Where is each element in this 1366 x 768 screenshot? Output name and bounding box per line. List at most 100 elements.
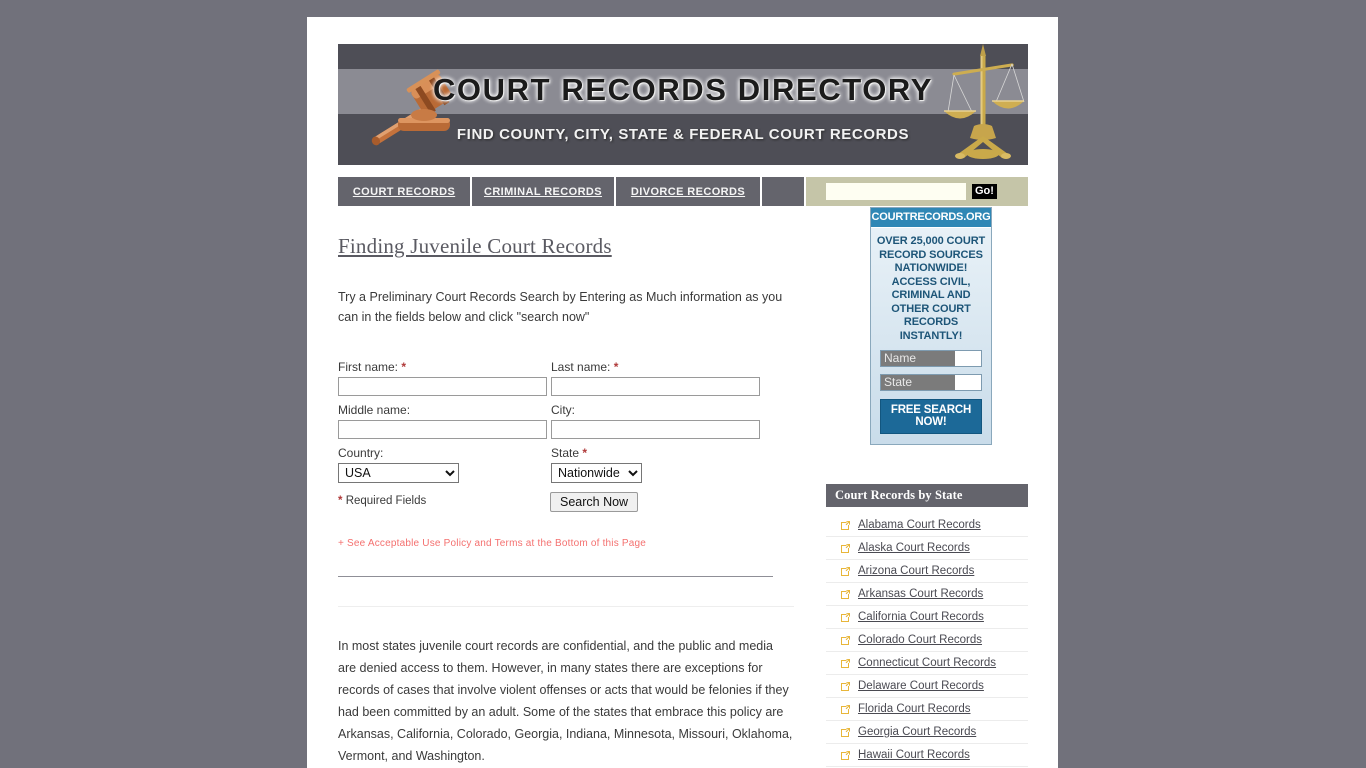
middle-name-label: Middle name: bbox=[338, 403, 411, 417]
state-select[interactable]: Nationwide bbox=[551, 463, 642, 483]
court-records-by-state-module: Court Records by State Alabama Court Rec… bbox=[826, 484, 1028, 768]
state-list-item[interactable]: Arizona Court Records bbox=[826, 560, 1028, 583]
intro-text: Try a Preliminary Court Records Search b… bbox=[338, 290, 783, 324]
external-link-icon bbox=[841, 750, 850, 760]
state-list-item[interactable]: Colorado Court Records bbox=[826, 629, 1028, 652]
submit-wrap: Search Now bbox=[550, 492, 639, 512]
external-link-icon bbox=[841, 566, 850, 576]
first-name-input[interactable] bbox=[338, 377, 547, 396]
state-link[interactable]: Arizona Court Records bbox=[858, 565, 974, 577]
external-link-icon bbox=[841, 612, 850, 622]
field-group-first-name: First name: * bbox=[338, 359, 550, 396]
field-group-last-name: Last name: * bbox=[551, 359, 763, 396]
ad-brand-label: COURTRECORDS.ORG bbox=[871, 208, 991, 228]
state-list-item[interactable]: Delaware Court Records bbox=[826, 675, 1028, 698]
ad-name-field[interactable]: Name bbox=[880, 350, 982, 367]
state-links-list: Alabama Court Records Alaska Court Recor… bbox=[826, 514, 1028, 768]
states-module-header: Court Records by State bbox=[826, 484, 1028, 507]
courtrecords-ad-banner[interactable]: COURTRECORDS.ORG OVER 25,000 COURT RECOR… bbox=[870, 207, 992, 445]
scales-of-justice-icon bbox=[944, 44, 1025, 159]
nav-link-court-records[interactable]: COURT RECORDS bbox=[353, 186, 455, 198]
right-sidebar: COURTRECORDS.ORG OVER 25,000 COURT RECOR… bbox=[826, 207, 1028, 768]
first-name-required-mark: * bbox=[401, 360, 407, 374]
state-list-item[interactable]: California Court Records bbox=[826, 606, 1028, 629]
ad-state-field[interactable]: State bbox=[880, 374, 982, 391]
state-list-item[interactable]: Arkansas Court Records bbox=[826, 583, 1028, 606]
page-root: COURT RECORDS DIRECTORY FIND COUNTY, CIT… bbox=[0, 0, 1366, 768]
search-input[interactable] bbox=[826, 183, 966, 200]
country-label: Country: bbox=[338, 446, 384, 460]
required-note-text: Required Fields bbox=[345, 495, 427, 507]
state-list-item[interactable]: Georgia Court Records bbox=[826, 721, 1028, 744]
field-group-country: Country: USA bbox=[338, 445, 550, 483]
nav-link-divorce-records[interactable]: DIVORCE RECORDS bbox=[631, 186, 745, 198]
state-link[interactable]: Georgia Court Records bbox=[858, 726, 976, 738]
external-link-icon bbox=[841, 635, 850, 645]
external-link-icon bbox=[841, 658, 850, 668]
external-link-icon bbox=[841, 589, 850, 599]
state-label-text: State bbox=[551, 446, 580, 460]
nav-item-divorce-records[interactable]: DIVORCE RECORDS bbox=[616, 177, 762, 206]
search-now-button[interactable]: Search Now bbox=[550, 492, 639, 512]
last-name-label-text: Last name: bbox=[551, 360, 611, 374]
state-link[interactable]: Delaware Court Records bbox=[858, 680, 984, 692]
form-row-country-state: Country: USA State * Nationwide bbox=[338, 445, 808, 483]
middle-name-input[interactable] bbox=[338, 420, 547, 439]
external-link-icon bbox=[841, 520, 850, 530]
acceptable-use-policy-link[interactable]: + See Acceptable Use Policy and Terms at… bbox=[338, 538, 808, 549]
first-name-label-text: First name: bbox=[338, 360, 399, 374]
state-link[interactable]: Hawaii Court Records bbox=[858, 749, 970, 761]
city-label: City: bbox=[551, 403, 575, 417]
state-link[interactable]: California Court Records bbox=[858, 611, 984, 623]
form-row-submit: * Required Fields Search Now bbox=[338, 492, 808, 512]
nav-item-criminal-records[interactable]: CRIMINAL RECORDS bbox=[472, 177, 616, 206]
site-title: COURT RECORDS DIRECTORY bbox=[432, 72, 934, 107]
last-name-required-mark: * bbox=[613, 360, 619, 374]
field-group-state: State * Nationwide bbox=[551, 445, 763, 483]
ad-copy-text: OVER 25,000 COURT RECORD SOURCES NATIONW… bbox=[876, 235, 986, 342]
state-link[interactable]: Florida Court Records bbox=[858, 703, 970, 715]
external-link-icon bbox=[841, 727, 850, 737]
body-paragraph-1: In most states juvenile court records ar… bbox=[338, 639, 793, 763]
form-row-middle-city: Middle name: City: bbox=[338, 402, 808, 439]
state-link[interactable]: Connecticut Court Records bbox=[858, 657, 996, 669]
state-link[interactable]: Arkansas Court Records bbox=[858, 588, 983, 600]
header-search-area: Go! bbox=[806, 177, 1028, 206]
ad-body: OVER 25,000 COURT RECORD SOURCES NATIONW… bbox=[871, 228, 991, 444]
divider-dark bbox=[338, 576, 773, 577]
last-name-input[interactable] bbox=[551, 377, 760, 396]
state-list-item[interactable]: Hawaii Court Records bbox=[826, 744, 1028, 767]
form-row-names: First name: * Last name: * bbox=[338, 359, 808, 396]
state-link[interactable]: Colorado Court Records bbox=[858, 634, 982, 646]
field-group-city: City: bbox=[551, 402, 763, 439]
site-tagline: FIND COUNTY, CITY, STATE & FEDERAL COURT… bbox=[456, 126, 910, 143]
required-fields-note: * Required Fields bbox=[338, 492, 550, 512]
search-go-button[interactable]: Go! bbox=[972, 184, 997, 199]
nav-item-court-records[interactable]: COURT RECORDS bbox=[338, 177, 472, 206]
last-name-label: Last name: * bbox=[551, 359, 763, 375]
main-content: Finding Juvenile Court Records Try a Pre… bbox=[338, 222, 808, 768]
site-masthead: COURT RECORDS DIRECTORY FIND COUNTY, CIT… bbox=[338, 44, 1028, 165]
state-label: State * bbox=[551, 445, 763, 461]
nav-link-criminal-records[interactable]: CRIMINAL RECORDS bbox=[484, 186, 602, 198]
state-link[interactable]: Alabama Court Records bbox=[858, 519, 981, 531]
court-records-search-form: First name: * Last name: * Middle name: … bbox=[338, 359, 808, 512]
page-container: COURT RECORDS DIRECTORY FIND COUNTY, CIT… bbox=[307, 17, 1058, 768]
state-list-item[interactable]: Connecticut Court Records bbox=[826, 652, 1028, 675]
ad-free-search-button[interactable]: FREE SEARCH NOW! bbox=[880, 399, 982, 434]
field-group-middle-name: Middle name: bbox=[338, 402, 550, 439]
page-title: Finding Juvenile Court Records bbox=[338, 234, 612, 258]
external-link-icon bbox=[841, 704, 850, 714]
ad-name-field-text: Name bbox=[881, 351, 955, 366]
main-navigation: COURT RECORDS CRIMINAL RECORDS DIVORCE R… bbox=[338, 177, 1028, 206]
state-list-item[interactable]: Alabama Court Records bbox=[826, 514, 1028, 537]
city-input[interactable] bbox=[551, 420, 760, 439]
state-list-item[interactable]: Alaska Court Records bbox=[826, 537, 1028, 560]
first-name-label: First name: * bbox=[338, 359, 550, 375]
nav-spacer bbox=[762, 177, 806, 206]
state-link[interactable]: Alaska Court Records bbox=[858, 542, 970, 554]
external-link-icon bbox=[841, 681, 850, 691]
country-select[interactable]: USA bbox=[338, 463, 459, 483]
divider-light bbox=[338, 606, 794, 607]
state-list-item[interactable]: Florida Court Records bbox=[826, 698, 1028, 721]
